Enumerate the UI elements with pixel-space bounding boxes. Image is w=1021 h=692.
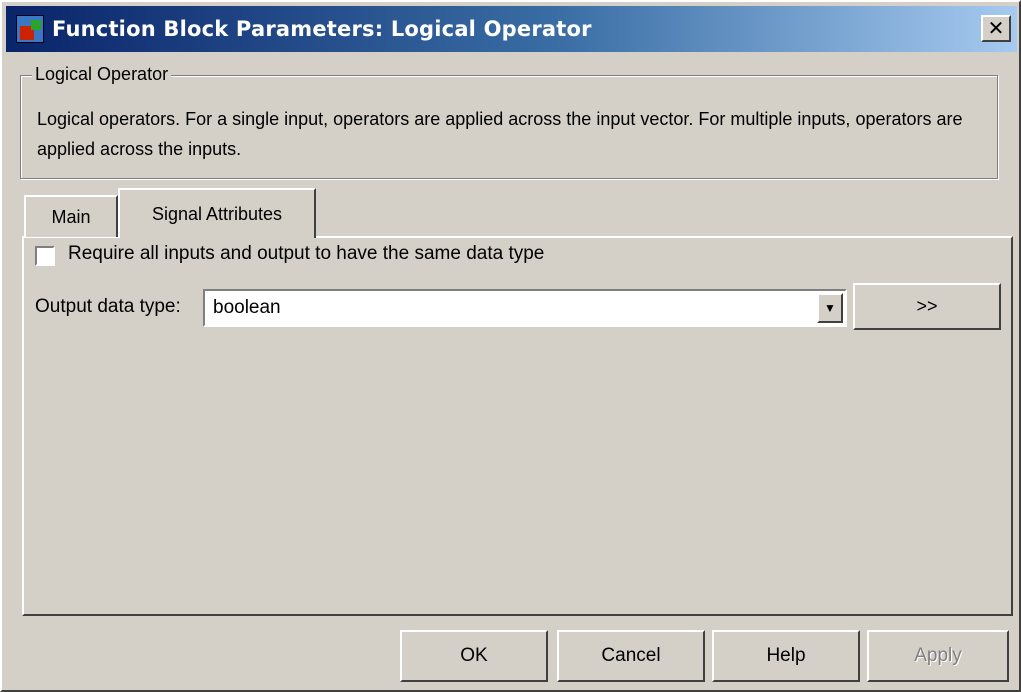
- output-data-type-value: boolean: [213, 297, 281, 318]
- block-description: Logical operators. For a single input, o…: [37, 109, 963, 159]
- output-data-type-select[interactable]: boolean ▼: [203, 289, 847, 327]
- simulink-block-icon: [16, 15, 44, 43]
- ok-button[interactable]: OK: [400, 630, 548, 682]
- group-legend: Logical Operator: [32, 64, 172, 85]
- close-icon: ✕: [987, 17, 1005, 40]
- dropdown-button[interactable]: ▼: [817, 293, 843, 323]
- chevron-down-icon: ▼: [824, 301, 836, 315]
- help-button[interactable]: Help: [712, 630, 860, 682]
- cancel-label: Cancel: [601, 645, 661, 666]
- data-type-assistant-button[interactable]: >>: [853, 283, 1001, 330]
- tab-main[interactable]: Main: [24, 195, 118, 237]
- same-data-type-checkbox[interactable]: [35, 246, 55, 266]
- tab-signal-attributes[interactable]: Signal Attributes: [118, 188, 316, 238]
- ok-label: OK: [460, 645, 488, 666]
- cancel-button[interactable]: Cancel: [557, 630, 705, 682]
- output-data-type-label: Output data type:: [35, 296, 181, 317]
- title-bar[interactable]: Function Block Parameters: Logical Opera…: [6, 6, 1017, 52]
- tab-signal-attributes-label: Signal Attributes: [151, 203, 283, 224]
- same-data-type-label[interactable]: Require all inputs and output to have th…: [68, 243, 544, 265]
- apply-button[interactable]: Apply: [867, 630, 1009, 682]
- apply-label: Apply: [914, 645, 962, 666]
- close-button[interactable]: ✕: [981, 15, 1011, 42]
- window-title: Function Block Parameters: Logical Opera…: [52, 17, 592, 41]
- help-label: Help: [766, 645, 806, 666]
- tab-main-label: Main: [51, 206, 91, 227]
- data-type-assistant-label: >>: [916, 296, 938, 316]
